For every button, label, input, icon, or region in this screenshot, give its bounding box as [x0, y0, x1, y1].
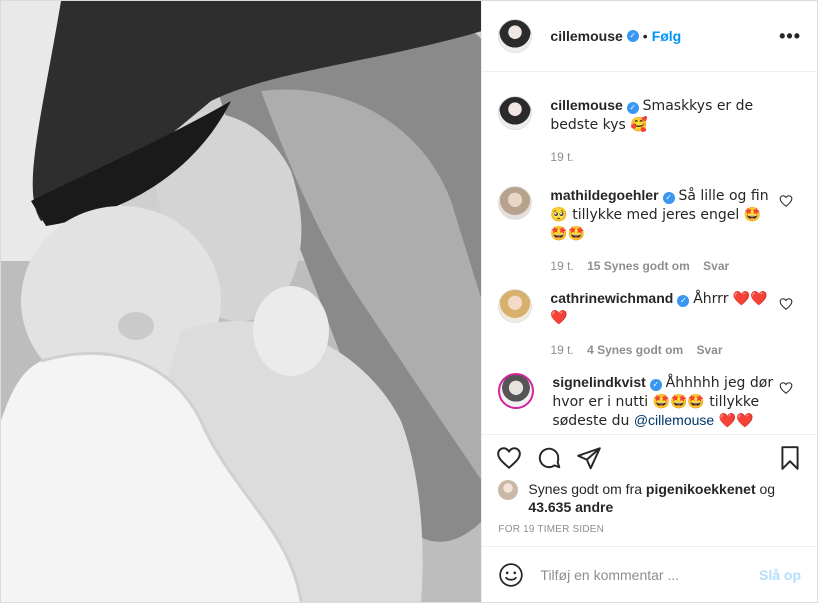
post-photo-art [1, 1, 482, 602]
caption: cillemouse ✓ Smaskkys er de bedste kys 🥰 … [498, 96, 801, 180]
comment-username[interactable]: mathildegoehler [550, 187, 658, 203]
comment-body: signelindkvist ✓ Åhhhhh jeg dør hvor er i… [552, 373, 774, 430]
comment-item: cathrinewichmand ✓ Åhrrr ❤️❤️❤️ 19 t. 4 S… [498, 289, 801, 373]
follow-button[interactable]: Følg [652, 28, 682, 44]
comment-input[interactable] [538, 565, 759, 584]
verified-badge-icon: ✓ [626, 102, 639, 114]
comment-time[interactable]: 19 t. [550, 259, 573, 273]
reply-button[interactable]: Svar [703, 259, 729, 273]
comment-item: signelindkvist ✓ Åhhhhh jeg dør hvor er i… [498, 373, 801, 430]
comment-meta: 19 t. [550, 148, 772, 166]
author-avatar[interactable] [498, 19, 533, 53]
author-avatar[interactable] [498, 96, 533, 130]
comment-body: mathildegoehler ✓ Så lille og fin 🥺 tilly… [550, 186, 772, 289]
likes-text: Synes godt om fra pigenikoekkenet og 43.… [528, 480, 801, 520]
comment-username[interactable]: signelindkvist [552, 374, 645, 390]
more-options-icon[interactable]: ••• [779, 26, 801, 47]
verified-badge-icon: ✓ [626, 30, 639, 42]
author-username[interactable]: cillemouse [550, 28, 622, 44]
likes-count[interactable]: 43.635 andre [528, 499, 613, 515]
share-icon[interactable] [576, 445, 602, 471]
likes-summary: Synes godt om fra pigenikoekkenet og 43.… [482, 480, 817, 520]
commenter-avatar[interactable] [498, 373, 535, 409]
comments-list[interactable]: cillemouse ✓ Smaskkys er de bedste kys 🥰 … [482, 72, 817, 434]
post-photo[interactable] [1, 1, 482, 602]
post-comment-button[interactable]: Slå op [759, 567, 801, 583]
add-comment-bar: Slå op [482, 546, 817, 602]
likes-middle: og [755, 481, 776, 497]
comment-like-heart-icon[interactable] [779, 194, 793, 208]
liker-avatar[interactable] [498, 480, 519, 500]
commenter-avatar[interactable] [498, 289, 533, 323]
action-bar [482, 434, 817, 480]
mention-link[interactable]: @cillemouse [634, 412, 714, 428]
comment-likes[interactable]: 15 Synes godt om [587, 259, 690, 273]
comment-time[interactable]: 19 t. [550, 343, 573, 357]
instagram-post: cillemouse ✓ • Følg ••• cillemouse ✓ Smas… [0, 0, 818, 603]
verified-badge-icon: ✓ [662, 192, 675, 204]
comment-username[interactable]: cathrinewichmand [550, 290, 673, 306]
comment-meta: 19 t. 4 Synes godt om Svar [550, 341, 772, 359]
comment-like-heart-icon[interactable] [779, 381, 793, 395]
likes-prefix: Synes godt om fra [528, 481, 646, 497]
bookmark-icon[interactable] [777, 445, 803, 471]
emoji-icon[interactable] [498, 562, 524, 588]
reply-button[interactable]: Svar [696, 343, 722, 357]
comment-body: cillemouse ✓ Smaskkys er de bedste kys 🥰 … [550, 96, 772, 180]
verified-badge-icon: ✓ [649, 379, 662, 391]
heart-icon[interactable] [496, 445, 522, 471]
separator-dot: • [642, 28, 648, 44]
post-timestamp[interactable]: FOR 19 TIMER SIDEN [482, 520, 817, 546]
post-header: cillemouse ✓ • Følg ••• [482, 1, 817, 72]
comment-meta: 19 t. 15 Synes godt om Svar [550, 257, 772, 275]
commenter-avatar[interactable] [498, 186, 533, 220]
comment-text-end: ❤️❤️ [714, 413, 754, 429]
comment-like-heart-icon[interactable] [779, 297, 793, 311]
comment-icon[interactable] [536, 445, 562, 471]
comment-likes[interactable]: 4 Synes godt om [587, 343, 683, 357]
comment-body: cathrinewichmand ✓ Åhrrr ❤️❤️❤️ 19 t. 4 S… [550, 289, 772, 373]
post-side-panel: cillemouse ✓ • Følg ••• cillemouse ✓ Smas… [481, 1, 817, 602]
comment-time[interactable]: 19 t. [550, 150, 573, 164]
liker-username[interactable]: pigenikoekkenet [646, 481, 756, 497]
verified-badge-icon: ✓ [677, 295, 690, 307]
comment-username[interactable]: cillemouse [550, 97, 622, 113]
comment-item: mathildegoehler ✓ Så lille og fin 🥺 tilly… [498, 186, 801, 289]
